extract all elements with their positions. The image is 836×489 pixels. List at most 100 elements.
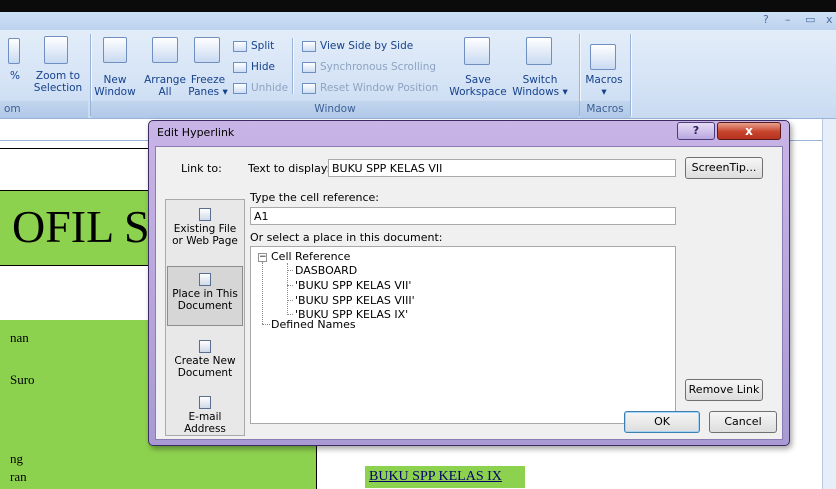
tree-line (287, 270, 293, 271)
save-workspace-button[interactable]: Save Workspace (449, 74, 507, 98)
sheet-text: nan (10, 330, 29, 345)
email-icon (199, 396, 211, 409)
restore-button[interactable]: ▭ (805, 13, 815, 26)
switch-windows-line1: Switch (522, 74, 558, 86)
cell-border (0, 190, 148, 191)
freeze-panes-button[interactable]: Freeze Panes ▾ (186, 74, 230, 98)
hide-label: Hide (251, 61, 275, 73)
tree-line (262, 324, 270, 325)
cell-reference-input[interactable]: A1 (250, 207, 676, 225)
sheet-text: ng (10, 451, 23, 466)
group-separator (630, 34, 631, 116)
view-side-by-side-label: View Side by Side (320, 40, 414, 52)
vertical-scrollbar[interactable] (822, 119, 836, 489)
freeze-panes-line1: Freeze (190, 74, 226, 86)
tree-item-cell-reference[interactable]: Cell Reference (271, 250, 350, 263)
split-icon (233, 40, 247, 52)
dialog-body: Link to: Text to display: BUKU SPP KELAS… (155, 146, 783, 440)
existing-file-icon (199, 208, 211, 221)
dialog-help-button[interactable]: ? (677, 122, 715, 140)
unhide-label: Unhide (251, 82, 289, 94)
dropdown-arrow-icon: ▾ (219, 86, 228, 98)
tree-line (287, 285, 293, 286)
window-frame (0, 0, 836, 12)
reset-window-position-button[interactable]: Reset Window Position (302, 82, 438, 94)
new-window-icon (103, 37, 127, 63)
zoom-percent-label[interactable]: % (6, 70, 24, 82)
zoom-to-selection-line1: Zoom to (35, 70, 81, 82)
new-window-line2: Window (94, 86, 136, 98)
arrange-all-icon (152, 37, 178, 63)
document-places-tree[interactable]: − Cell Reference DASBOARD 'BUKU SPP KELA… (250, 246, 676, 424)
tree-item-defined-names[interactable]: Defined Names (271, 318, 356, 331)
hide-icon (233, 61, 247, 73)
remove-link-button[interactable]: Remove Link (685, 379, 763, 401)
profile-title-text: OFIL S (12, 201, 150, 252)
synchronous-scrolling-button[interactable]: Synchronous Scrolling (302, 61, 436, 73)
split-button[interactable]: Split (233, 40, 274, 52)
arrange-all-line2: All (158, 86, 172, 98)
sheet-text: Suro (10, 372, 35, 387)
text-to-display-label: Text to display: (248, 162, 331, 175)
link-to-existing-file-label: Existing File or Web Page (172, 223, 238, 247)
inner-separator (292, 38, 293, 94)
cancel-button[interactable]: Cancel (709, 411, 777, 433)
screentip-button[interactable]: ScreenTip... (685, 157, 763, 179)
tree-line (287, 314, 293, 315)
dialog-title: Edit Hyperlink (157, 126, 235, 139)
cell-reference-label: Type the cell reference: (250, 191, 379, 204)
arrange-all-button[interactable]: Arrange All (142, 74, 188, 98)
tree-item-sheet[interactable]: DASBOARD (295, 264, 357, 277)
hyperlink-buku-spp-kelas-ix[interactable]: BUKU SPP KELAS IX (369, 469, 502, 485)
tree-line (287, 300, 293, 301)
zoom-to-selection-line2: Selection (33, 82, 83, 94)
save-workspace-line1: Save (465, 74, 491, 86)
link-to-existing-file[interactable]: Existing File or Web Page (167, 208, 243, 247)
tree-item-sheet[interactable]: 'BUKU SPP KELAS VII' (295, 279, 411, 292)
macros-button[interactable]: Macros ▾ (582, 74, 626, 98)
help-icon[interactable]: ? (763, 13, 769, 26)
switch-windows-line2: Windows (512, 86, 560, 98)
link-to-panel: Existing File or Web Page Place in This … (165, 199, 245, 436)
freeze-panes-line2: Panes (188, 86, 220, 98)
hide-button[interactable]: Hide (233, 61, 275, 73)
cell-border (0, 265, 148, 266)
close-window-button[interactable]: x (826, 13, 833, 26)
new-window-button[interactable]: New Window (94, 74, 136, 98)
zoom-to-selection-button[interactable]: Zoom to Selection (28, 70, 88, 94)
new-window-line1: New (103, 74, 127, 86)
text-to-display-input[interactable]: BUKU SPP KELAS VII (328, 159, 676, 177)
link-to-place-in-document-label: Place in This Document (172, 288, 238, 312)
select-place-label: Or select a place in this document: (250, 231, 443, 244)
save-workspace-icon (464, 37, 490, 65)
synchronous-scrolling-icon (302, 61, 316, 73)
tree-line (262, 262, 263, 324)
sheet-text: ran (10, 469, 27, 484)
dropdown-arrow-icon: ▾ (559, 86, 568, 98)
unhide-button[interactable]: Unhide (233, 82, 288, 94)
ok-button[interactable]: OK (624, 411, 700, 433)
macros-label: Macros (585, 74, 623, 86)
unhide-icon (233, 82, 247, 94)
link-to-place-in-document[interactable]: Place in This Document (167, 266, 243, 326)
zoom-100-icon (8, 38, 20, 64)
link-to-new-document-label: Create New Document (174, 355, 236, 379)
synchronous-scrolling-label: Synchronous Scrolling (320, 61, 437, 73)
switch-windows-button[interactable]: Switch Windows ▾ (510, 74, 570, 98)
tree-item-sheet[interactable]: 'BUKU SPP KELAS VIII' (295, 294, 415, 307)
link-to-label: Link to: (181, 162, 222, 175)
switch-windows-icon (526, 37, 552, 65)
reset-window-position-icon (302, 82, 316, 94)
dialog-close-button[interactable]: x (717, 122, 781, 140)
minimize-button[interactable]: – (785, 13, 791, 26)
link-to-new-document[interactable]: Create New Document (167, 340, 243, 379)
window-group-label: Window (314, 103, 356, 115)
collapse-icon[interactable]: − (258, 253, 267, 262)
zoom-to-selection-icon (44, 36, 68, 64)
view-side-by-side-button[interactable]: View Side by Side (302, 40, 413, 52)
link-to-email-address[interactable]: E-mail Address (167, 396, 243, 435)
cell-border (0, 148, 148, 149)
link-to-email-label: E-mail Address (184, 411, 226, 435)
dropdown-arrow-icon: ▾ (601, 86, 607, 98)
title-strip (0, 12, 836, 30)
